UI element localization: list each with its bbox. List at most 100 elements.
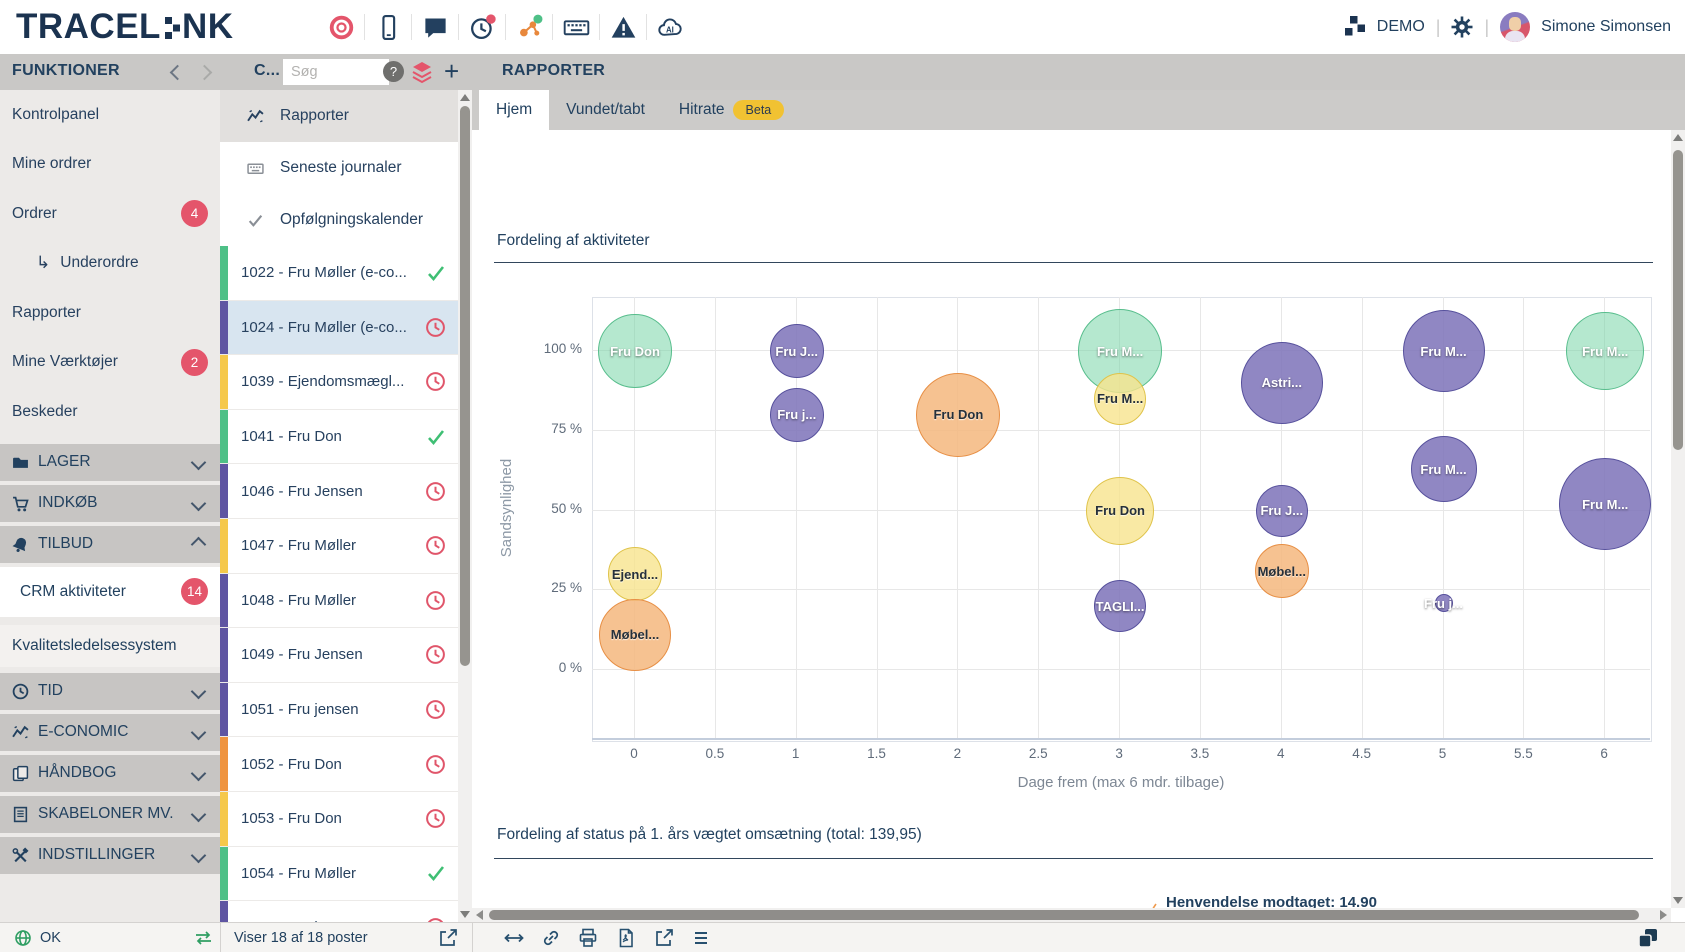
tracelink-logo[interactable]: TRACEL NK (16, 7, 234, 47)
gridline-vertical (877, 297, 878, 740)
sync-arrows-icon[interactable] (194, 923, 213, 952)
record-row[interactable]: 1024 - Fru Møller (e-co... (220, 301, 458, 356)
status-color-bar (220, 901, 228, 922)
sidebar-section-lager[interactable]: LAGER (0, 444, 220, 481)
pie-callout-label[interactable]: Henvendelse modtaget: 14.90 (1166, 894, 1377, 908)
main-vertical-scrollbar[interactable] (1671, 130, 1685, 908)
sidebar-item-kvalitetsledelsessystem[interactable]: Kvalitetsledelsessystem (0, 625, 220, 667)
list-menu-rapporter[interactable]: Rapporter (220, 90, 458, 142)
record-row[interactable]: 1055 - Fru jensen (220, 901, 458, 922)
collapsed-tab-label[interactable]: C... (254, 62, 280, 80)
resize-horizontal-icon[interactable] (504, 923, 524, 952)
tab-vundet-tabt[interactable]: Vundet/tabt (549, 90, 662, 130)
search-input[interactable] (283, 59, 389, 85)
bubble-fru-m[interactable]: Fru M... (1559, 458, 1651, 550)
pdf-icon[interactable] (616, 923, 636, 952)
workspace-label[interactable]: DEMO (1377, 18, 1425, 36)
bubble-fru-j[interactable]: Fru J... (770, 324, 824, 378)
tools-icon (12, 847, 38, 864)
main-hscrollbar-thumb[interactable] (489, 910, 1639, 920)
record-row[interactable]: 1048 - Fru Møller (220, 574, 458, 629)
scroll-down-icon[interactable] (1673, 897, 1683, 904)
bubble-fru-don[interactable]: Fru Don (1086, 477, 1154, 545)
clock-alert-icon[interactable] (459, 12, 505, 42)
sidebar-section-tilbud[interactable]: TILBUD (0, 526, 220, 563)
list-menu-opf-lgningskalender[interactable]: Opfølgningskalender (220, 194, 458, 246)
scroll-right-icon[interactable] (1660, 910, 1667, 920)
tetris-icon[interactable] (1344, 16, 1366, 38)
avatar[interactable] (1500, 12, 1530, 42)
record-row[interactable]: 1046 - Fru Jensen (220, 464, 458, 519)
record-row[interactable]: 1049 - Fru Jensen (220, 628, 458, 683)
scroll-up-icon[interactable] (1673, 134, 1683, 141)
sidebar-section-skabeloner-mv[interactable]: SKABELONER MV. (0, 796, 220, 833)
record-row[interactable]: 1053 - Fru Don (220, 792, 458, 847)
sidebar-item-crm-aktiviteter[interactable]: CRM aktiviteter 14 (0, 567, 220, 617)
keyboard-icon[interactable] (553, 12, 599, 42)
bubble-fru-don[interactable]: Fru Don (598, 314, 672, 388)
cloud-ai-icon[interactable]: AI (647, 12, 693, 42)
print-icon[interactable] (578, 923, 598, 952)
sidebar-section-indk-b[interactable]: INDKØB (0, 485, 220, 522)
life-ring-icon[interactable] (318, 12, 364, 42)
bubble-m-bel[interactable]: Møbel... (599, 599, 671, 671)
main-vscrollbar-thumb[interactable] (1673, 150, 1683, 450)
record-row[interactable]: 1052 - Fru Don (220, 737, 458, 792)
record-row[interactable]: 1054 - Fru Møller (220, 847, 458, 902)
record-row[interactable]: 1051 - Fru jensen (220, 683, 458, 738)
sidebar-item-rapporter[interactable]: Rapporter (0, 288, 220, 338)
scroll-down-icon[interactable] (460, 911, 470, 918)
tab-hitrate[interactable]: Hitrate Beta (662, 90, 801, 130)
user-name[interactable]: Simone Simonsen (1541, 18, 1671, 36)
sidebar-item-mine-ordrer[interactable]: Mine ordrer (0, 140, 220, 190)
tab-hjem[interactable]: Hjem (479, 90, 549, 130)
sidebar-item-beskeder[interactable]: Beskeder (0, 387, 220, 437)
bubble-m-bel[interactable]: Møbel... (1255, 544, 1309, 598)
scroll-up-icon[interactable] (460, 94, 470, 101)
menu-list-icon[interactable] (692, 923, 710, 952)
record-row[interactable]: 1047 - Fru Møller (220, 519, 458, 574)
sidebar-section-tid[interactable]: TID (0, 673, 220, 710)
record-row[interactable]: 1022 - Fru Møller (e-co... (220, 246, 458, 301)
bubble-fru-j[interactable]: Fru j... (770, 388, 824, 442)
functions-label[interactable]: FUNKTIONER (12, 62, 120, 80)
list-scrollbar-thumb[interactable] (460, 106, 470, 666)
add-icon[interactable]: + (444, 56, 459, 87)
layers-icon[interactable] (410, 60, 434, 84)
gear-icon[interactable] (1451, 16, 1473, 38)
sidebar-item-underordre[interactable]: ↳ Underordre (0, 239, 220, 289)
help-icon[interactable]: ? (383, 61, 404, 82)
forward-chevron-icon[interactable] (197, 65, 213, 81)
bubble-fru-m[interactable]: Fru M... (1566, 312, 1644, 390)
record-row[interactable]: 1039 - Ejendomsmægl... (220, 355, 458, 410)
link-icon[interactable] (541, 923, 561, 952)
sidebar-section-h-ndbog[interactable]: HÅNDBOG (0, 755, 220, 792)
bubble-astri[interactable]: Astri... (1241, 342, 1323, 424)
sidebar-item-mine-v-rkt-jer[interactable]: Mine Værktøjer 2 (0, 338, 220, 388)
bubble-fru-m[interactable]: Fru M... (1411, 436, 1477, 502)
export-list-icon[interactable] (438, 923, 458, 952)
bubble-fru-don[interactable]: Fru Don (916, 373, 1000, 457)
scroll-left-icon[interactable] (476, 910, 483, 920)
back-chevron-icon[interactable] (170, 65, 186, 81)
bubble-fru-j[interactable]: Fru j... (1435, 594, 1453, 612)
main-horizontal-scrollbar[interactable] (472, 908, 1671, 922)
bubble-tagli[interactable]: TAGLI... (1094, 580, 1146, 632)
bubble-fru-m[interactable]: Fru M... (1403, 310, 1485, 392)
chat-icon[interactable] (412, 12, 458, 42)
sidebar-section-indstillinger[interactable]: INDSTILLINGER (0, 837, 220, 874)
sidebar-section-e-conomic[interactable]: E-CONOMIC (0, 714, 220, 751)
sidebar-item-kontrolpanel[interactable]: Kontrolpanel (0, 90, 220, 140)
phone-icon[interactable] (365, 12, 411, 42)
list-scrollbar[interactable] (458, 90, 472, 922)
windows-copy-icon[interactable] (1637, 923, 1659, 952)
record-row[interactable]: 1041 - Fru Don (220, 410, 458, 465)
list-menu-seneste-journaler[interactable]: Seneste journaler (220, 142, 458, 194)
bubble-fru-j[interactable]: Fru J... (1256, 485, 1308, 537)
share-icon[interactable] (654, 923, 674, 952)
molecule-icon[interactable] (506, 12, 552, 42)
sidebar-item-ordrer[interactable]: Ordrer 4 (0, 189, 220, 239)
bubble-ejend[interactable]: Ejend... (608, 547, 662, 601)
warning-icon[interactable] (600, 12, 646, 42)
bubble-fru-m[interactable]: Fru M... (1094, 373, 1146, 425)
